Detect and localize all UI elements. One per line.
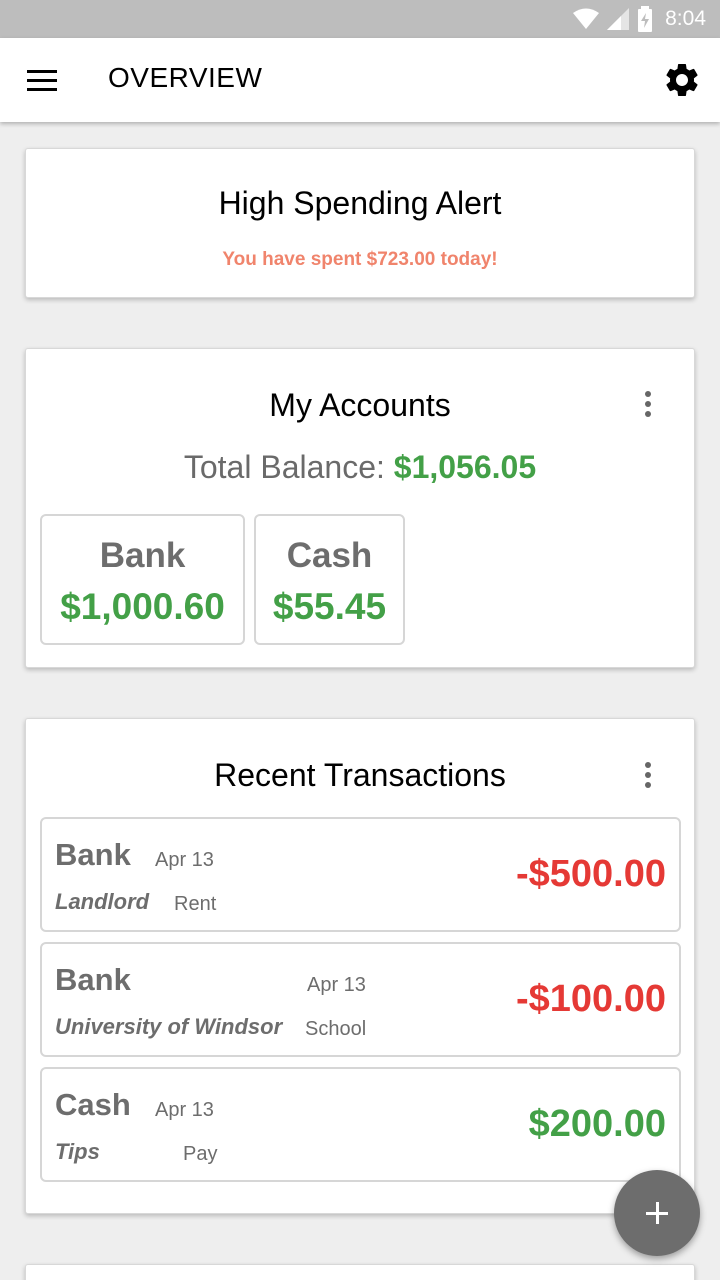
transaction-category: School: [305, 1018, 367, 1040]
signal-icon: [607, 8, 630, 30]
transaction-category: Pay: [183, 1143, 218, 1165]
menu-button[interactable]: [22, 62, 62, 98]
total-balance-value: $1,056.05: [393, 449, 537, 485]
transaction-amount: $200.00: [528, 1103, 666, 1145]
transaction-date: Apr 13: [155, 849, 214, 871]
transactions-overflow-button[interactable]: [638, 760, 658, 794]
settings-button[interactable]: [662, 60, 702, 100]
transaction-date: Apr 13: [307, 974, 366, 996]
page-title: OVERVIEW: [108, 62, 263, 93]
transaction-row[interactable]: Bank Apr 13 Landlord Rent -$500.00: [40, 817, 681, 932]
alert-message: You have spent $723.00 today!: [222, 249, 498, 270]
accounts-card: My Accounts Total Balance: $1,056.05 Ban…: [25, 348, 695, 668]
transaction-amount: -$500.00: [515, 853, 666, 895]
account-tile-bank[interactable]: Bank $1,000.60: [40, 514, 245, 645]
accounts-title: My Accounts: [269, 387, 451, 423]
account-name: Bank: [99, 536, 186, 575]
transaction-account: Cash: [55, 1087, 131, 1122]
alert-title: High Spending Alert: [218, 185, 502, 221]
transactions-title: Recent Transactions: [214, 757, 506, 793]
gear-icon: [666, 63, 698, 96]
transaction-payee: Tips: [55, 1139, 100, 1164]
account-balance: $55.45: [272, 586, 387, 627]
account-tile-cash[interactable]: Cash $55.45: [254, 514, 405, 645]
total-balance-label: Total Balance:: [183, 449, 394, 485]
account-name: Cash: [286, 536, 373, 575]
app-bar: OVERVIEW: [0, 38, 720, 122]
wifi-icon: [573, 8, 600, 29]
spending-alert-card: High Spending Alert You have spent $723.…: [25, 148, 695, 298]
transaction-date: Apr 13: [155, 1099, 214, 1121]
transaction-payee: Landlord: [55, 889, 150, 914]
total-balance: Total Balance: $1,056.05: [26, 449, 694, 486]
transaction-category: Rent: [174, 893, 217, 915]
transaction-account: Bank: [55, 837, 131, 872]
transactions-card: Recent Transactions Bank Apr 13 Landlord…: [25, 718, 695, 1214]
transaction-account: Bank: [55, 962, 131, 997]
status-time: 8:04: [665, 7, 706, 30]
transaction-payee: University of Windsor: [55, 1014, 283, 1039]
transaction-amount: -$100.00: [515, 978, 666, 1020]
add-transaction-button[interactable]: [614, 1170, 700, 1256]
transaction-row[interactable]: Bank Apr 13 University of Windsor School…: [40, 942, 681, 1057]
next-card: [25, 1264, 695, 1280]
account-balance: $1,000.60: [60, 586, 225, 627]
status-bar: 8:04: [0, 0, 720, 38]
status-icons: 8:04: [573, 0, 706, 38]
battery-charging-icon: [638, 6, 653, 32]
transaction-row[interactable]: Cash Apr 13 Tips Pay $200.00: [40, 1067, 681, 1182]
accounts-overflow-button[interactable]: [638, 389, 658, 423]
